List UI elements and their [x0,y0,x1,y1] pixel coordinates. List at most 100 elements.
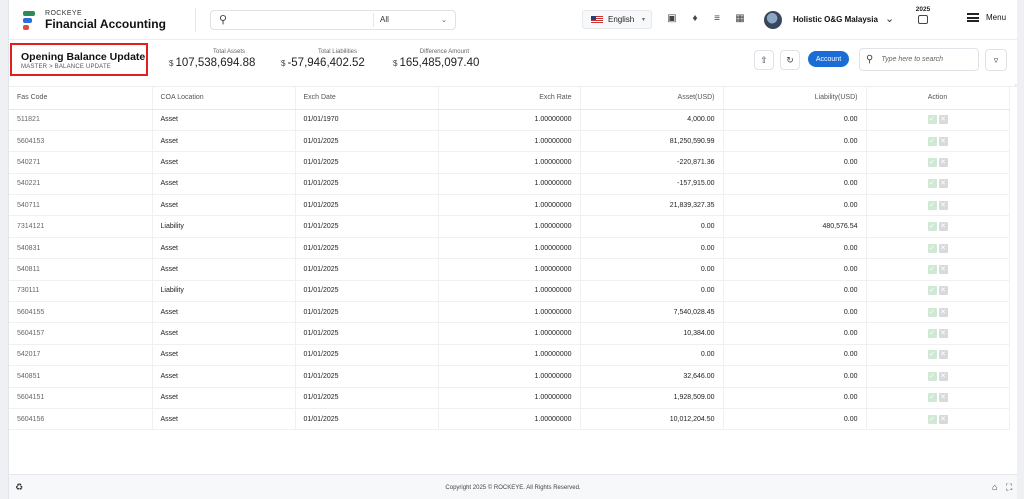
asset-cell: 4,000.00 [580,109,724,131]
approve-icon[interactable]: ✓ [927,243,937,253]
approve-icon[interactable]: ✓ [927,264,937,274]
upload-icon: ⇧ [760,54,768,65]
home-icon[interactable]: ⌂ [992,482,997,492]
reject-icon[interactable]: ✕ [938,222,948,232]
app-logo[interactable]: ROCKEYE Financial Accounting [21,9,181,31]
upload-button[interactable]: ⇧ [754,50,774,70]
liability-cell: 0.00 [723,130,867,153]
reject-icon[interactable]: ✕ [938,157,948,167]
table-row[interactable]: 540711 Asset 01/01/2025 1.00000000 21,839,32… [9,194,1010,217]
fullscreen-icon[interactable]: ⛶ [1006,482,1012,493]
menu-button[interactable]: Menu [967,13,1006,22]
chevron-down-icon[interactable]: ⌄ [885,12,894,25]
liability-cell: 0.00 [723,151,867,174]
approve-icon[interactable]: ✓ [927,200,937,210]
table-row[interactable]: 5604156 Asset 01/01/2025 1.00000000 10,012,2… [9,408,1010,431]
asset-cell: 10,384.00 [580,322,724,345]
exch-date-cell: 01/01/2025 [295,322,439,345]
stat-label: Difference Amount [419,49,469,55]
approve-icon[interactable]: ✓ [927,115,937,125]
action-cell: ✓ ✕ [866,322,1010,345]
table-row[interactable]: 540831 Asset 01/01/2025 1.00000000 0.00 0.00 ✓… [9,237,1010,260]
exch-rate-cell: 1.00000000 [438,237,581,260]
table-row[interactable]: 540271 Asset 01/01/2025 1.00000000 -220,871.… [9,151,1010,174]
table-header-row: Fas Code COA Location Exch Date Exch Rat… [9,87,1010,110]
reject-icon[interactable]: ✕ [938,200,948,210]
reject-icon[interactable]: ✕ [938,136,948,146]
avatar[interactable] [764,11,782,29]
table-row[interactable]: 5604151 Asset 01/01/2025 1.00000000 1,928,50… [9,387,1010,409]
exch-date-cell: 01/01/2025 [295,173,439,196]
balance-table-container[interactable]: Fas Code COA Location Exch Date Exch Rat… [9,86,1017,474]
divider [195,7,196,32]
table-row[interactable]: 5604155 Asset 01/01/2025 1.00000000 7,540,02… [9,301,1010,324]
checklist-icon[interactable]: ≡ [711,13,723,24]
reject-icon[interactable]: ✕ [938,243,948,253]
table-search-input[interactable]: ⚲ Type here to search [859,48,979,71]
asset-cell: 0.00 [580,258,724,281]
fiscal-year-selector[interactable]: 2025 [911,6,935,28]
column-header-coa-location[interactable]: COA Location [152,87,296,110]
approve-icon[interactable]: ✓ [927,414,937,424]
approve-icon[interactable]: ✓ [927,179,937,189]
liability-cell: 0.00 [723,109,867,131]
stat-label: Total Liabilities [317,49,357,55]
reject-icon[interactable]: ✕ [938,179,948,189]
approve-icon[interactable]: ✓ [927,286,937,296]
column-header-exch-date[interactable]: Exch Date [295,87,439,110]
approve-icon[interactable]: ✓ [927,371,937,381]
filter-button[interactable]: ▿ [985,49,1007,71]
approve-icon[interactable]: ✓ [927,136,937,146]
bell-icon[interactable]: ♦ [689,13,701,24]
language-select[interactable]: English ▾ [582,10,652,29]
table-row[interactable]: 5604153 Asset 01/01/2025 1.00000000 81,250,5… [9,130,1010,153]
table-row[interactable]: 511821 Asset 01/01/1970 1.00000000 4,000.00 0… [9,109,1010,131]
approve-icon[interactable]: ✓ [927,157,937,167]
table-row[interactable]: 540811 Asset 01/01/2025 1.00000000 0.00 0.00 ✓… [9,258,1010,281]
reject-icon[interactable]: ✕ [938,307,948,317]
action-cell: ✓ ✕ [866,258,1010,281]
asset-cell: 10,012,204.50 [580,408,724,431]
approve-icon[interactable]: ✓ [927,350,937,360]
reject-icon[interactable]: ✕ [938,286,948,296]
approve-icon[interactable]: ✓ [927,222,937,232]
table-row[interactable]: 540221 Asset 01/01/2025 1.00000000 -157,915.… [9,173,1010,196]
reject-icon[interactable]: ✕ [938,329,948,339]
reject-icon[interactable]: ✕ [938,350,948,360]
table-row[interactable]: 5604157 Asset 01/01/2025 1.00000000 10,384.0… [9,322,1010,345]
approve-icon[interactable]: ✓ [927,329,937,339]
column-header-asset[interactable]: Asset(USD) [580,87,724,110]
grid-icon[interactable]: ▦ [734,13,746,24]
bookmark-icon[interactable]: ▣ [666,13,678,24]
table-row[interactable]: 730111 Liability 01/01/2025 1.00000000 0.00 0… [9,280,1010,303]
exch-date-cell: 01/01/2025 [295,344,439,367]
filter-icon: ▿ [993,54,999,65]
stat-total-assets: Total Assets $107,538,694.88 [169,49,255,69]
reject-icon[interactable]: ✕ [938,264,948,274]
table-row[interactable]: 542017 Asset 01/01/2025 1.00000000 0.00 0.00 ✓… [9,344,1010,367]
coa-location-cell: Asset [152,130,296,153]
global-search-input[interactable]: ⚲ All ⌄ [210,9,456,30]
search-filter-select[interactable]: All ⌄ [373,12,453,27]
coa-location-cell: Asset [152,109,296,131]
search-icon: ⚲ [866,54,874,65]
reject-icon[interactable]: ✕ [938,115,948,125]
reject-icon[interactable]: ✕ [938,414,948,424]
column-header-liability[interactable]: Liability(USD) [723,87,867,110]
column-header-exch-rate[interactable]: Exch Rate [438,87,581,110]
approve-icon[interactable]: ✓ [927,393,937,403]
fas-code-cell: 542017 [9,344,153,367]
table-row[interactable]: 7314121 Liability 01/01/2025 1.00000000 0.00… [9,215,1010,238]
refresh-button[interactable]: ↻ [780,50,800,70]
coa-location-cell: Liability [152,215,296,238]
company-name[interactable]: Holistic O&G Malaysia [793,15,878,24]
page-title: Opening Balance Update [21,51,146,63]
approve-icon[interactable]: ✓ [927,307,937,317]
table-row[interactable]: 540851 Asset 01/01/2025 1.00000000 32,646.00… [9,365,1010,388]
reject-icon[interactable]: ✕ [938,393,948,403]
account-button[interactable]: Account [808,51,849,67]
reject-icon[interactable]: ✕ [938,371,948,381]
exch-date-cell: 01/01/2025 [295,408,439,431]
column-header-fas-code[interactable]: Fas Code [9,87,153,110]
liability-cell: 0.00 [723,280,867,303]
